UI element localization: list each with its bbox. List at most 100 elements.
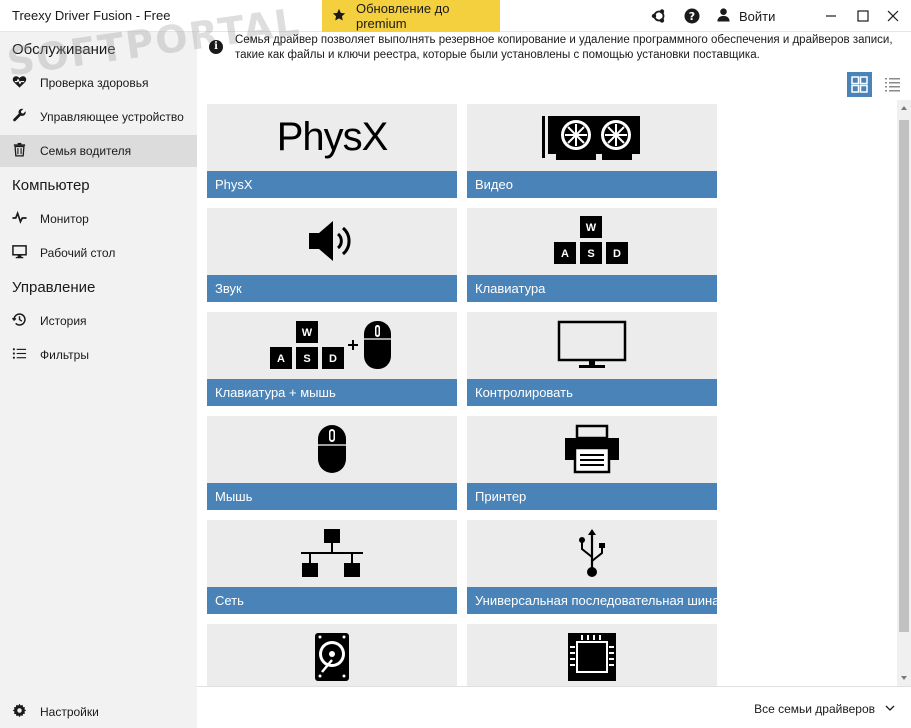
wrench-icon — [12, 108, 27, 126]
usb-icon — [467, 520, 717, 586]
maximize-button[interactable] — [853, 6, 873, 26]
help-icon[interactable]: ? — [683, 7, 701, 25]
page-description: Семья драйвер позволяет выполнять резерв… — [235, 34, 893, 61]
section-computer: Компьютер — [12, 177, 90, 194]
tile-sound[interactable]: Звук — [207, 208, 457, 302]
svg-text:A: A — [561, 248, 569, 260]
grid-icon — [851, 76, 868, 93]
svg-text:W: W — [586, 222, 597, 234]
trash-icon — [12, 142, 27, 160]
scroll-down-arrow[interactable] — [897, 672, 911, 684]
star-icon — [332, 8, 346, 25]
sidebar-item-label: Проверка здоровья — [40, 76, 149, 90]
sidebar-item-label: Управляющее устройство — [40, 110, 184, 124]
section-maintenance: Обслуживание — [12, 41, 116, 58]
section-management: Управление — [12, 279, 96, 296]
keyboard-mouse-icon: W A S D — [207, 312, 457, 378]
sidebar-item-desktop[interactable]: Рабочий стол — [0, 237, 197, 269]
tile-label: Клавиатура + мышь — [207, 379, 457, 406]
physx-logo: PhysX — [276, 114, 389, 159]
list-view-icon — [885, 78, 900, 92]
printer-icon — [467, 416, 717, 482]
sidebar-item-label: Рабочий стол — [40, 246, 116, 260]
tile-usb[interactable]: Универсальная последовательная шина — [467, 520, 717, 614]
chip-icon — [467, 624, 717, 686]
login-button[interactable]: Войти — [716, 7, 775, 25]
list-icon — [12, 346, 27, 364]
share-icon[interactable] — [650, 7, 668, 25]
filter-select-value: Все семьи драйверов — [754, 702, 875, 716]
driver-family-filter-select[interactable]: Все семьи драйверов — [754, 702, 895, 716]
tile-label: Контролировать — [467, 379, 717, 406]
tile-mouse[interactable]: Мышь — [207, 416, 457, 510]
app-title: Treexy Driver Fusion - Free — [12, 8, 171, 23]
svg-text:W: W — [302, 327, 313, 339]
sidebar-item-driver-family[interactable]: Семья водителя — [0, 135, 197, 167]
tile-label: Звук — [207, 275, 457, 302]
svg-text:?: ? — [689, 10, 695, 23]
scroll-up-arrow[interactable] — [897, 102, 911, 114]
svg-text:D: D — [329, 353, 337, 365]
gear-icon — [12, 703, 27, 721]
tile-keyboard-mouse[interactable]: W A S D Клавиатура + мышь — [207, 312, 457, 406]
premium-upgrade-button[interactable]: Обновление до premium — [322, 0, 500, 32]
sidebar-item-history[interactable]: История — [0, 305, 197, 337]
tile-network[interactable]: Сеть — [207, 520, 457, 614]
tile-label: Принтер — [467, 483, 717, 510]
tile-monitor[interactable]: Контролировать — [467, 312, 717, 406]
tile-label: Клавиатура — [467, 275, 717, 302]
info-icon[interactable]: i — [209, 40, 223, 54]
tile-printer[interactable]: Принтер — [467, 416, 717, 510]
driver-family-grid: PhysX PhysX Видео Звук W A S D Клавиатур… — [197, 100, 897, 686]
monitor-icon — [467, 312, 717, 378]
title-bar: Treexy Driver Fusion - Free Обновление д… — [0, 0, 911, 32]
sidebar-item-label: Фильтры — [40, 348, 89, 362]
tile-label: PhysX — [207, 171, 457, 198]
network-icon — [207, 520, 457, 586]
login-label: Войти — [739, 8, 776, 24]
tile-label: Мышь — [207, 483, 457, 510]
physx-icon: PhysX — [207, 104, 457, 170]
list-view-button[interactable] — [880, 72, 905, 97]
tile-chip[interactable] — [467, 624, 717, 686]
pulse-icon — [12, 210, 27, 228]
sidebar-item-label: История — [40, 314, 87, 328]
tile-label: Универсальная последовательная шина — [467, 587, 717, 614]
sidebar-item-label: Семья водителя — [40, 144, 132, 158]
sidebar-item-label: Монитор — [40, 212, 89, 226]
tile-keyboard[interactable]: W A S D Клавиатура — [467, 208, 717, 302]
sidebar-item-settings[interactable]: Настройки — [0, 696, 197, 728]
close-button[interactable] — [883, 6, 903, 26]
video-card-icon — [467, 104, 717, 170]
svg-text:D: D — [613, 248, 621, 260]
hard-disk-icon — [207, 624, 457, 686]
sidebar-item-monitor[interactable]: Монитор — [0, 203, 197, 235]
scroll-thumb[interactable] — [899, 120, 909, 632]
tile-physx[interactable]: PhysX PhysX — [207, 104, 457, 198]
chevron-down-icon — [885, 702, 895, 716]
keyboard-icon: W A S D — [467, 208, 717, 274]
minimize-button[interactable] — [821, 6, 841, 26]
tile-label: Видео — [467, 171, 717, 198]
speaker-icon — [207, 208, 457, 274]
sidebar-item-filters[interactable]: Фильтры — [0, 339, 197, 371]
sidebar-item-device-manager[interactable]: Управляющее устройство — [0, 101, 197, 133]
svg-text:S: S — [303, 353, 310, 365]
tile-label: Сеть — [207, 587, 457, 614]
tile-video[interactable]: Видео — [467, 104, 717, 198]
desktop-icon — [12, 244, 27, 262]
tile-hard-disk[interactable] — [207, 624, 457, 686]
user-icon — [716, 7, 731, 25]
tile-view-button[interactable] — [847, 72, 872, 97]
sidebar: Обслуживание Проверка здоровья Управляющ… — [0, 32, 197, 728]
sidebar-item-label: Настройки — [40, 705, 99, 719]
history-icon — [11, 312, 27, 330]
mouse-icon — [207, 416, 457, 482]
sidebar-item-health-check[interactable]: Проверка здоровья — [0, 67, 197, 99]
vertical-scrollbar[interactable] — [897, 100, 911, 686]
heart-icon — [12, 74, 27, 92]
premium-label: Обновление до premium — [356, 1, 450, 31]
svg-text:S: S — [587, 248, 594, 260]
svg-text:A: A — [277, 353, 285, 365]
footer-bar: Все семьи драйверов — [197, 686, 911, 728]
